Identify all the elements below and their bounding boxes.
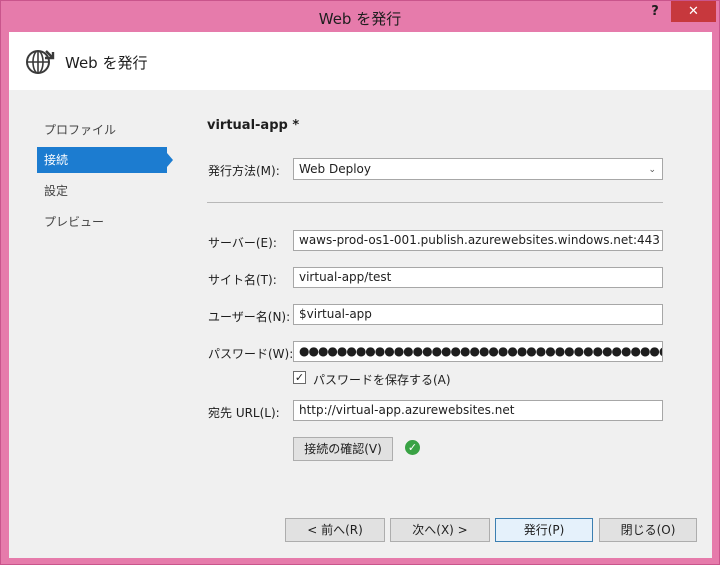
sidebar-item-profile[interactable]: プロファイル [37,117,167,143]
site-name-input[interactable]: virtual-app/test [293,267,663,288]
sidebar-item-preview[interactable]: プレビュー [37,209,167,235]
title-bar: Web を発行 ? ✕ [1,1,719,33]
globe-publish-icon [26,50,55,74]
save-password-checkbox[interactable]: ✓ [293,371,306,384]
help-button[interactable]: ? [641,1,669,23]
sidebar-item-connection[interactable]: 接続 [37,147,173,173]
close-button[interactable]: 閉じる(O) [599,518,697,542]
site-name-label: サイト名(T): [208,273,277,287]
close-window-button[interactable]: ✕ [671,1,716,22]
user-name-input[interactable]: $virtual-app [293,304,663,325]
window-title: Web を発行 [318,10,402,28]
destination-url-input[interactable]: http://virtual-app.azurewebsites.net [293,400,663,421]
publish-button[interactable]: 発行(P) [495,518,593,542]
destination-url-label: 宛先 URL(L): [208,406,280,420]
dialog-body: Web を発行 プロファイル 接続 設定 プレビュー virtual-app *… [9,32,712,558]
publish-method-value: Web Deploy [299,162,371,176]
header-band: Web を発行 [9,32,712,90]
password-input[interactable]: ●●●●●●●●●●●●●●●●●●●●●●●●●●●●●●●●●●●●●●●●… [293,341,663,362]
section-divider [207,202,663,203]
validate-connection-button[interactable]: 接続の確認(V) [293,437,393,461]
user-name-label: ユーザー名(N): [208,310,291,324]
server-label: サーバー(E): [208,236,277,250]
save-password-label[interactable]: パスワードを保存する(A) [313,371,451,388]
header-title: Web を発行 [65,54,148,72]
profile-name: virtual-app * [207,118,300,133]
password-label: パスワード(W): [208,347,294,361]
previous-button[interactable]: < 前へ(R) [285,518,385,542]
publish-method-label: 発行方法(M): [208,164,280,178]
publish-method-select[interactable]: Web Deploy ⌄ [293,158,663,180]
chevron-down-icon: ⌄ [648,165,656,175]
sidebar-item-settings[interactable]: 設定 [37,178,167,204]
next-button[interactable]: 次へ(X) > [390,518,490,542]
server-input[interactable]: waws-prod-os1-001.publish.azurewebsites.… [293,230,663,251]
publish-web-dialog: Web を発行 ? ✕ Web を発行 プロファイル 接続 設定 プレビュー v… [0,0,720,565]
success-check-icon: ✓ [405,440,420,455]
